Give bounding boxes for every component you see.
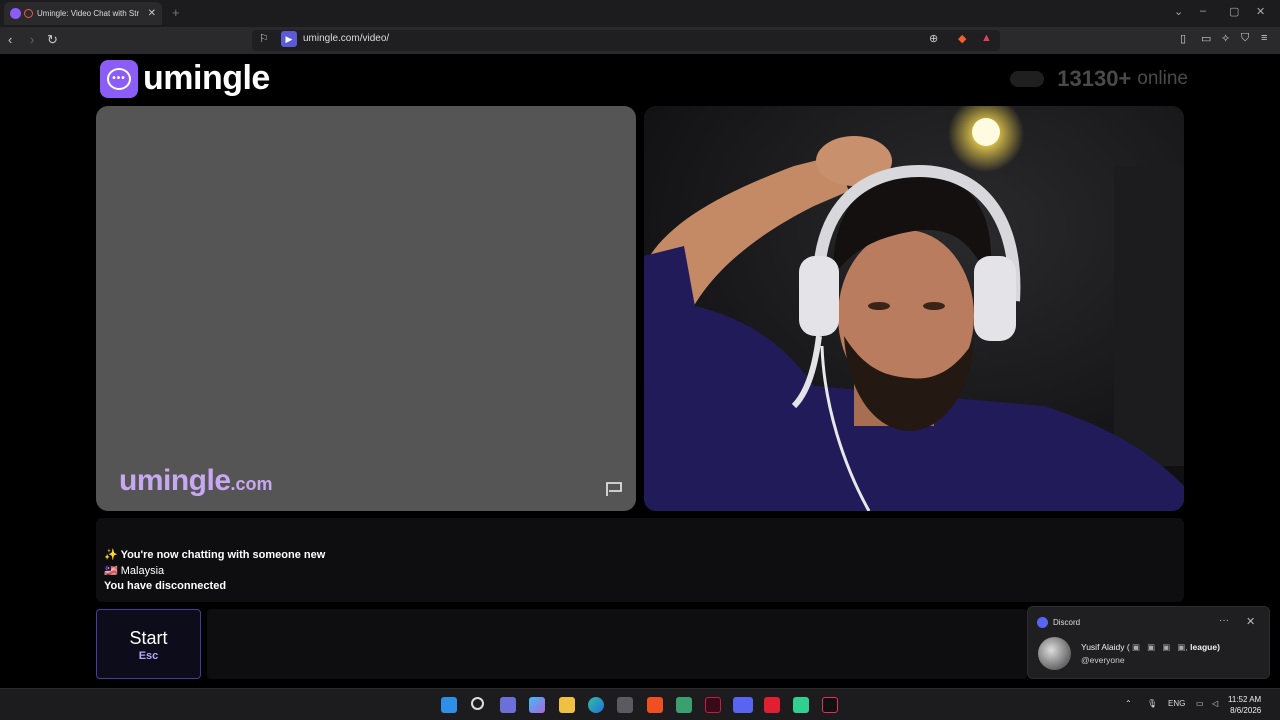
app-green-icon[interactable] bbox=[793, 697, 809, 713]
maximize-icon[interactable]: ▢ bbox=[1229, 5, 1239, 18]
watermark-domain: .com bbox=[230, 474, 273, 494]
app-red-icon[interactable] bbox=[764, 697, 780, 713]
sender-name: Yusif Alaidy ( bbox=[1081, 642, 1130, 652]
online-count: 13130+ bbox=[1057, 66, 1132, 91]
vegas-icon[interactable] bbox=[705, 697, 721, 713]
brave-rewards-icon[interactable]: ▲ bbox=[981, 32, 992, 44]
webcam-feed-image bbox=[644, 106, 1184, 511]
leo-ai-icon[interactable]: ✧ bbox=[1221, 32, 1230, 45]
windows-start-icon[interactable] bbox=[441, 697, 457, 713]
menu-icon[interactable]: ≡ bbox=[1261, 32, 1267, 44]
file-explorer-icon[interactable] bbox=[559, 697, 575, 713]
volume-icon[interactable]: ◁ bbox=[1212, 699, 1218, 708]
browser-navbar: ‹ › ↻ bbox=[0, 27, 1280, 54]
tiktok-icon[interactable] bbox=[822, 697, 838, 713]
brave-shield-icon[interactable]: ◆ bbox=[958, 32, 966, 45]
close-tab-icon[interactable]: ✕ bbox=[148, 8, 156, 19]
vpn-shield-icon[interactable]: ⛉ bbox=[1241, 32, 1249, 45]
url-text[interactable]: umingle.com/video/ bbox=[303, 33, 389, 44]
notification-app-name: Discord bbox=[1053, 618, 1081, 627]
reload-icon[interactable]: ↻ bbox=[47, 32, 58, 48]
clock-time: 11:52 AM bbox=[1228, 695, 1262, 704]
browser-tabbar: Umingle: Video Chat with Str ✕ + ⌄ – ▢ ✕ bbox=[0, 0, 1280, 27]
discord-taskbar-icon[interactable] bbox=[733, 697, 753, 713]
notification-sender: Yusif Alaidy ( ▣ ▣ ▣ ▣, league) bbox=[1081, 642, 1220, 653]
start-label: Start bbox=[129, 628, 168, 648]
malaysia-flag-icon: 🇲🇾 bbox=[104, 564, 118, 577]
sparkles-icon: ✨ bbox=[104, 549, 118, 561]
discord-icon bbox=[1037, 617, 1048, 628]
wallet-icon[interactable]: ▭ bbox=[1201, 32, 1211, 45]
chat-log: ✨ You're now chatting with someone new 🇲… bbox=[96, 518, 1184, 602]
new-tab-button[interactable]: + bbox=[172, 5, 180, 20]
recording-indicator-icon bbox=[24, 9, 33, 18]
theme-toggle[interactable] bbox=[1010, 71, 1045, 87]
more-options-icon[interactable]: ··· bbox=[1219, 615, 1229, 626]
online-counter: 13130+ online bbox=[1010, 66, 1188, 92]
start-shortcut: Esc bbox=[138, 650, 159, 662]
copilot-icon[interactable] bbox=[529, 697, 545, 713]
store-icon[interactable] bbox=[617, 697, 633, 713]
show-hidden-icons-chevron-icon[interactable]: ⌃ bbox=[1125, 699, 1132, 708]
app-icon[interactable] bbox=[676, 697, 692, 713]
country-text: Malaysia bbox=[120, 564, 165, 577]
close-notification-icon[interactable]: ✕ bbox=[1246, 615, 1255, 628]
bookmark-icon[interactable]: ⚐ bbox=[259, 32, 269, 45]
report-flag-icon[interactable] bbox=[604, 481, 624, 497]
notification-app: Discord bbox=[1037, 617, 1080, 628]
emoji-icons: ▣ ▣ ▣ ▣, bbox=[1132, 642, 1188, 652]
avatar bbox=[1038, 637, 1071, 670]
chat-system-message: ✨ You're now chatting with someone new bbox=[104, 548, 1184, 564]
umingle-favicon-icon bbox=[10, 8, 21, 19]
windows-taskbar: ⌃ 🎙 ENG ▭ ◁ 11:52 AM 8/6/2026 bbox=[0, 688, 1280, 720]
sidebar-icon[interactable]: ▯ bbox=[1180, 32, 1186, 45]
search-icon[interactable] bbox=[471, 697, 484, 710]
back-icon[interactable]: ‹ bbox=[8, 32, 12, 47]
network-icon[interactable]: ▭ bbox=[1196, 699, 1204, 708]
teams-icon[interactable] bbox=[500, 697, 516, 713]
site-logo[interactable]: ••• umingle bbox=[100, 59, 270, 98]
edge-icon[interactable] bbox=[588, 697, 604, 713]
umingle-watermark: umingle .com bbox=[119, 464, 273, 498]
microphone-icon[interactable]: 🎙 bbox=[1147, 699, 1157, 708]
self-video-panel bbox=[644, 106, 1184, 511]
new-chat-text: You're now chatting with someone new bbox=[120, 549, 326, 561]
tab-search-chevron-icon[interactable]: ⌄ bbox=[1174, 5, 1183, 18]
disconnected-message: You have disconnected bbox=[104, 580, 227, 592]
online-label: online bbox=[1137, 68, 1188, 89]
zoom-icon[interactable]: ⊕ bbox=[929, 32, 938, 45]
chat-bubble-icon: ••• bbox=[100, 59, 138, 98]
start-button[interactable]: Start Esc bbox=[96, 609, 201, 679]
system-clock[interactable]: 11:52 AM 8/6/2026 bbox=[1228, 694, 1261, 716]
browser-tab[interactable]: Umingle: Video Chat with Str ✕ bbox=[4, 2, 162, 25]
stranger-video-panel: umingle .com bbox=[96, 106, 636, 511]
forward-icon[interactable]: › bbox=[30, 32, 34, 47]
brave-icon[interactable] bbox=[647, 697, 663, 713]
minimize-icon[interactable]: – bbox=[1200, 5, 1206, 17]
tab-title: Umingle: Video Chat with Str bbox=[37, 9, 140, 18]
sender-tail: league) bbox=[1190, 642, 1220, 652]
stranger-country: 🇲🇾 Malaysia bbox=[104, 564, 1184, 580]
clock-date: 8/6/2026 bbox=[1230, 706, 1262, 715]
site-camera-icon: ▶ bbox=[281, 31, 297, 47]
notification-mention: @everyone bbox=[1081, 655, 1125, 665]
message-input[interactable] bbox=[207, 609, 1027, 679]
discord-notification[interactable]: Discord ··· ✕ Yusif Alaidy ( ▣ ▣ ▣ ▣, le… bbox=[1027, 606, 1270, 679]
close-window-icon[interactable]: ✕ bbox=[1256, 5, 1265, 18]
watermark-main: umingle bbox=[119, 464, 231, 497]
logo-text: umingle bbox=[143, 59, 270, 97]
language-indicator[interactable]: ENG bbox=[1168, 699, 1185, 708]
